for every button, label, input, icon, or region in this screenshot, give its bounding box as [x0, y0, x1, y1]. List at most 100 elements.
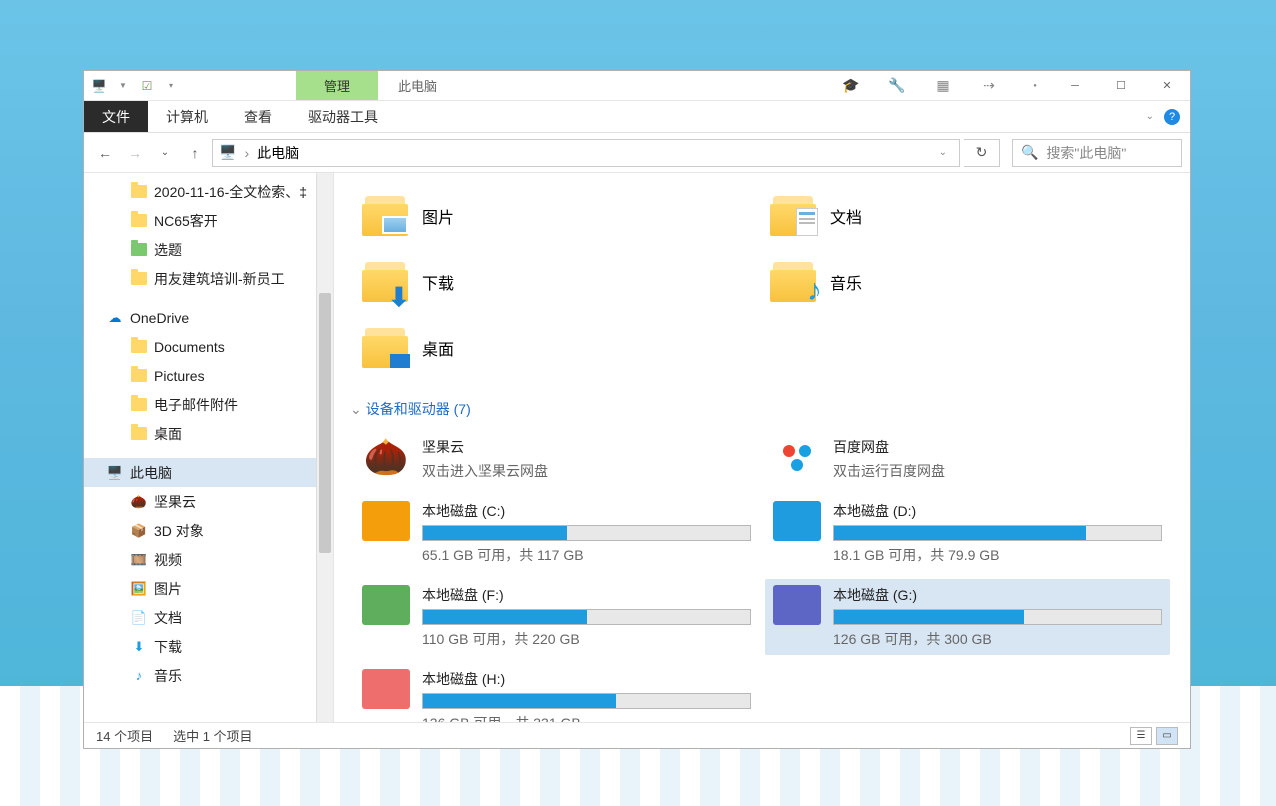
drive-entry[interactable]: 本地磁盘 (G:) 126 GB 可用，共 300 GB — [765, 579, 1170, 655]
drive-sub: 双击进入坚果云网盘 — [422, 461, 751, 481]
acorn-icon: 🌰 — [362, 437, 410, 477]
search-icon: 🔍 — [1021, 144, 1038, 161]
folder-entry[interactable]: ⬇下载 — [362, 253, 754, 311]
drive-sub: 18.1 GB 可用，共 79.9 GB — [833, 545, 1162, 565]
nav-recent[interactable]: ⌄ — [152, 140, 178, 166]
drive-icon — [362, 501, 410, 541]
nav-forward[interactable]: → — [122, 140, 148, 166]
tree-item[interactable]: 📦3D 对象 — [84, 516, 333, 545]
manage-tab[interactable]: 管理 — [296, 71, 378, 100]
drive-entry[interactable]: 本地磁盘 (D:)18.1 GB 可用，共 79.9 GB — [765, 495, 1170, 571]
breadcrumb[interactable]: 此电脑 — [257, 143, 299, 163]
drive-sub: 136 GB 可用，共 331 GB — [422, 713, 751, 722]
drive-entry[interactable]: 🌰坚果云双击进入坚果云网盘 — [354, 431, 759, 487]
tree-item[interactable]: Pictures — [84, 361, 333, 390]
folder-icon — [362, 196, 410, 236]
drive-icon — [362, 669, 410, 709]
drive-entry[interactable]: 本地磁盘 (C:)65.1 GB 可用，共 117 GB — [354, 495, 759, 571]
nav-back[interactable]: ← — [92, 140, 118, 166]
drive-bar — [833, 609, 1162, 625]
qat-dropdown[interactable]: ▼ — [114, 77, 132, 95]
view-details-button[interactable]: ☰ — [1130, 727, 1152, 745]
ribbon-tabs: 文件 计算机 查看 驱动器工具 ⌄ ? — [84, 101, 1190, 133]
tree-icon — [130, 396, 148, 414]
tree-label: 选题 — [154, 240, 182, 260]
tree-label: 图片 — [154, 579, 182, 599]
drive-bar — [833, 525, 1162, 541]
help-icon[interactable]: ? — [1164, 109, 1180, 125]
drive-entry[interactable]: 百度网盘双击运行百度网盘 — [765, 431, 1170, 487]
grid-icon[interactable]: ▦ — [934, 77, 952, 95]
dot-icon[interactable]: ● — [1026, 77, 1044, 95]
tree-item[interactable]: 🖼️图片 — [84, 574, 333, 603]
folder-label: 图片 — [422, 204, 454, 228]
ribbon-collapse-icon[interactable]: ⌄ — [1146, 111, 1154, 122]
minimize-button[interactable]: ─ — [1052, 71, 1098, 100]
search-input[interactable]: 🔍 搜索"此电脑" — [1012, 139, 1182, 167]
folder-label: 文档 — [830, 204, 862, 228]
tree-icon — [130, 338, 148, 356]
folder-entry[interactable]: 图片 — [362, 187, 754, 245]
tree-item[interactable]: ♪音乐 — [84, 661, 333, 690]
close-button[interactable]: ✕ — [1144, 71, 1190, 100]
tree-label: 视频 — [154, 550, 182, 570]
tree-item[interactable]: 🎞️视频 — [84, 545, 333, 574]
qat-check-icon[interactable]: ☑ — [138, 77, 156, 95]
sidebar-scrollbar[interactable] — [316, 173, 333, 722]
tree-item[interactable]: 用友建筑培训-新员工 — [84, 264, 333, 293]
wrench-icon[interactable]: 🔧 — [888, 77, 906, 95]
folder-icon — [770, 196, 818, 236]
tree-item[interactable]: 电子邮件附件 — [84, 390, 333, 419]
tree-icon — [130, 425, 148, 443]
tree-item[interactable]: 选题 — [84, 235, 333, 264]
drive-entry[interactable]: 本地磁盘 (F:)110 GB 可用，共 220 GB — [354, 579, 759, 655]
tree-item[interactable]: ⬇下载 — [84, 632, 333, 661]
tree-icon: ⬇ — [130, 638, 148, 656]
tree-label: 此电脑 — [130, 463, 172, 483]
tree-item[interactable]: 🖥️此电脑 — [84, 458, 333, 487]
tree-item[interactable]: 📄文档 — [84, 603, 333, 632]
tree-label: 坚果云 — [154, 492, 196, 512]
qat-caret[interactable]: ▾ — [162, 77, 180, 95]
drive-sub: 双击运行百度网盘 — [833, 461, 1162, 481]
folder-entry[interactable]: ♪音乐 — [770, 253, 1162, 311]
drive-icon — [773, 501, 821, 541]
tree-item[interactable]: 2020-11-16-全文检索、‡ — [84, 177, 333, 206]
folder-icon: ♪ — [770, 262, 818, 302]
tree-icon: ♪ — [130, 667, 148, 685]
refresh-button[interactable]: ↻ — [964, 139, 1000, 167]
tab-computer[interactable]: 计算机 — [148, 101, 226, 132]
tree-item[interactable]: 🌰坚果云 — [84, 487, 333, 516]
tab-view[interactable]: 查看 — [226, 101, 290, 132]
tab-drive-tools[interactable]: 驱动器工具 — [290, 101, 396, 132]
folder-entry[interactable]: 桌面 — [362, 319, 754, 377]
chevron-down-icon: ⌄ — [350, 401, 362, 418]
folder-icon — [362, 328, 410, 368]
drive-sub: 126 GB 可用，共 300 GB — [833, 629, 1162, 649]
address-dropdown[interactable]: ⌄ — [939, 147, 953, 158]
maximize-button[interactable]: ☐ — [1098, 71, 1144, 100]
folder-label: 下载 — [422, 270, 454, 294]
nav-up[interactable]: ↑ — [182, 140, 208, 166]
drive-name: 本地磁盘 (G:) — [833, 585, 1162, 605]
tab-file[interactable]: 文件 — [84, 101, 148, 132]
tree-icon — [130, 241, 148, 259]
scroll-thumb[interactable] — [319, 293, 331, 553]
tb-icon-1[interactable]: 🎓 — [842, 77, 860, 95]
tree-item[interactable]: NC65客开 — [84, 206, 333, 235]
pc-icon: 🖥️ — [90, 77, 108, 95]
address-bar[interactable]: 🖥️ › 此电脑 ⌄ — [212, 139, 960, 167]
status-selected: 选中 1 个项目 — [173, 726, 252, 745]
nav-row: ← → ⌄ ↑ 🖥️ › 此电脑 ⌄ ↻ 🔍 搜索"此电脑" — [84, 133, 1190, 173]
tree-label: 桌面 — [154, 424, 182, 444]
explorer-window: 🖥️ ▼ ☑ ▾ 管理 此电脑 🎓 🔧 ▦ ⇢ ● ─ ☐ ✕ 文件 计算机 查… — [83, 70, 1191, 749]
section-header[interactable]: ⌄ 设备和驱动器 (7) — [334, 395, 1190, 431]
tree-item[interactable]: Documents — [84, 332, 333, 361]
tree-item[interactable]: ☁OneDrive — [84, 303, 333, 332]
tree-item[interactable]: 桌面 — [84, 419, 333, 448]
tree-icon: 📄 — [130, 609, 148, 627]
drive-entry[interactable]: 本地磁盘 (H:)136 GB 可用，共 331 GB — [354, 663, 759, 722]
pin-icon[interactable]: ⇢ — [980, 77, 998, 95]
view-tiles-button[interactable]: ▭ — [1156, 727, 1178, 745]
folder-entry[interactable]: 文档 — [770, 187, 1162, 245]
